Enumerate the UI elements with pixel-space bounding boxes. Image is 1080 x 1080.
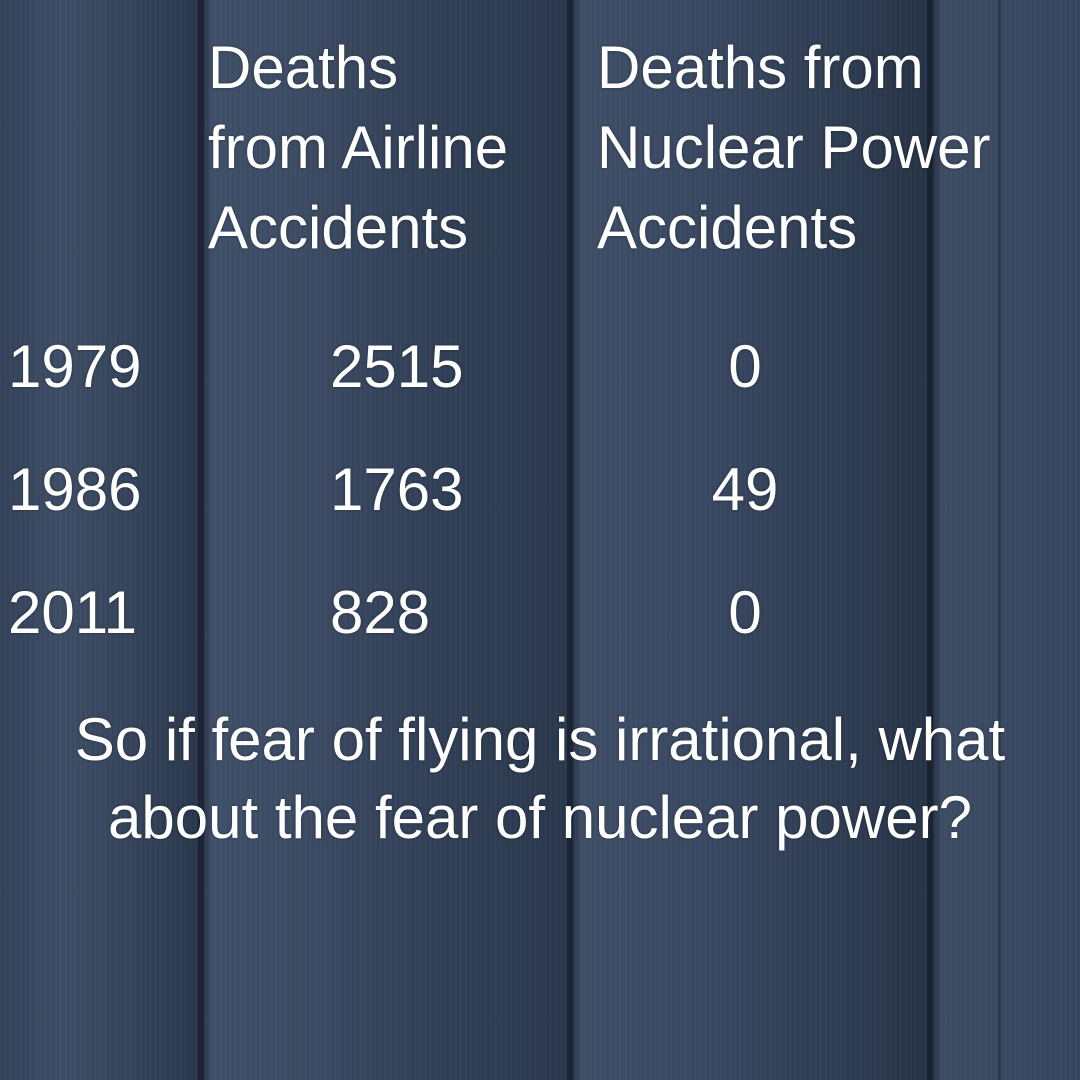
plank-seam — [567, 0, 573, 1080]
nuclear-deaths-header: Deaths from Nuclear Power Accidents — [597, 34, 991, 261]
plank-seam — [198, 0, 204, 1080]
nuclear-deaths-cell: 49 — [711, 456, 779, 523]
nuclear-deaths-cell: 0 — [728, 579, 762, 646]
plank-seam — [998, 0, 1001, 1080]
airline-deaths-cell: 828 — [330, 579, 431, 646]
footer-question: So if fear of flying is irrational, what… — [74, 706, 1006, 851]
year-cell: 1986 — [8, 456, 142, 523]
airline-deaths-cell: 1763 — [330, 456, 464, 523]
airline-deaths-header: Deaths from Airline Accidents — [208, 34, 509, 261]
nuclear-deaths-cell: 0 — [728, 333, 762, 400]
year-cell: 2011 — [8, 579, 138, 646]
airline-deaths-cell: 2515 — [330, 333, 464, 400]
year-cell: 1979 — [8, 333, 142, 400]
